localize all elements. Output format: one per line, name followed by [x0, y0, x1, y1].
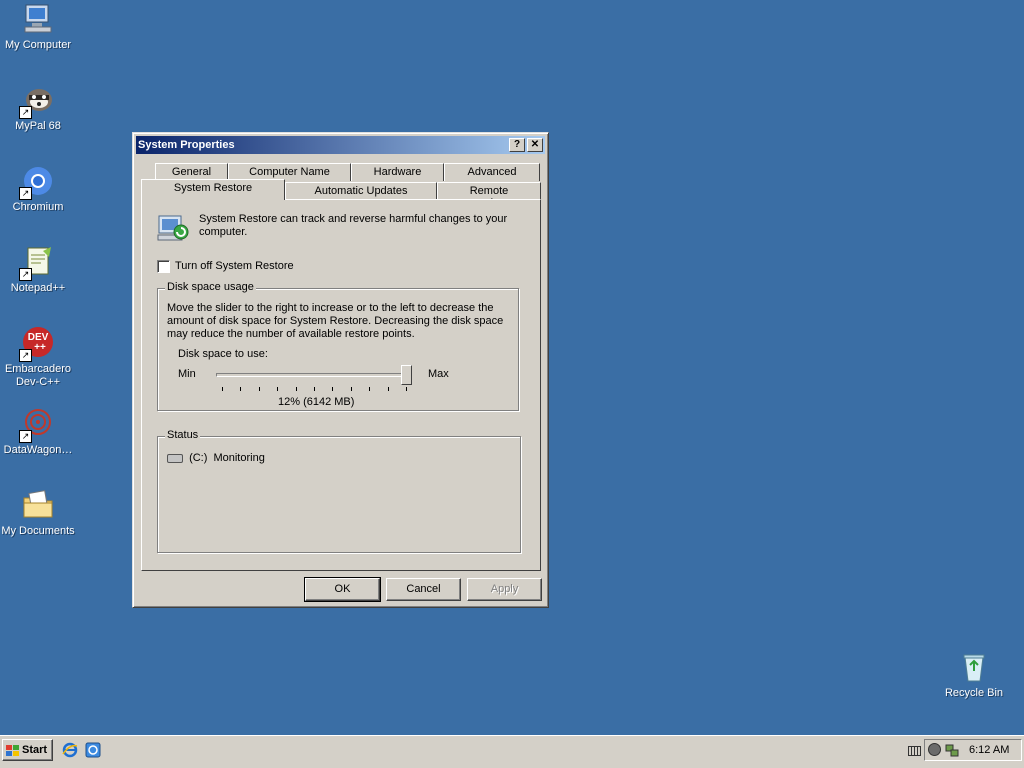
system-restore-panel: System Restore can track and reverse har… — [141, 199, 541, 571]
desktop-icon-my-documents[interactable]: My Documents — [0, 488, 76, 538]
desktop-icon-label: DataWagon… — [3, 444, 73, 456]
chromium-icon: ↗ — [19, 164, 55, 200]
slider-min-label: Min — [178, 368, 196, 380]
dialog-titlebar[interactable]: System Properties ? ✕ — [136, 136, 545, 154]
desktop-icon-recycle-bin[interactable]: Recycle Bin — [936, 650, 1012, 700]
tab-label: System Restore — [173, 182, 253, 194]
desktop-icon-label: Recycle Bin — [944, 687, 1004, 699]
internet-explorer-icon[interactable] — [62, 742, 78, 758]
desktop-icon-mypal[interactable]: ↗ MyPal 68 — [0, 83, 76, 133]
apply-button[interactable]: Apply — [467, 578, 542, 601]
my-documents-icon — [21, 488, 55, 522]
desktop-icon-datawagon[interactable]: ↗ DataWagon… — [0, 407, 76, 457]
windows-logo-icon — [6, 744, 20, 764]
drive-status: Monitoring — [213, 452, 265, 464]
slider-tick — [277, 387, 278, 391]
quick-launch-bar — [62, 742, 101, 761]
help-icon: ? — [513, 139, 521, 150]
keyboard-icon[interactable] — [908, 746, 921, 756]
tab-label: Computer Name — [249, 166, 330, 178]
tab-label: Automatic Updates — [314, 185, 408, 197]
show-desktop-icon[interactable] — [85, 742, 101, 758]
svg-text:++: ++ — [34, 342, 46, 353]
tab-advanced[interactable]: Advanced — [444, 163, 540, 181]
disk-space-to-use-label: Disk space to use: — [178, 348, 268, 360]
tab-label: Remote — [469, 185, 509, 197]
disk-space-slider[interactable] — [216, 361, 412, 391]
slider-tick — [332, 387, 333, 391]
slider-tick — [388, 387, 389, 391]
close-icon: ✕ — [530, 139, 540, 150]
disk-space-usage-title: Disk space usage — [165, 281, 256, 293]
close-button[interactable]: ✕ — [527, 138, 543, 152]
desktop-icon-label: Chromium — [12, 201, 64, 213]
slider-tick — [222, 387, 223, 391]
cancel-button[interactable]: Cancel — [386, 578, 461, 601]
desktop-icon-chromium[interactable]: ↗ Chromium — [0, 164, 76, 214]
tab-hardware[interactable]: Hardware — [351, 163, 444, 181]
slider-tick — [369, 387, 370, 391]
shortcut-arrow-icon: ↗ — [19, 268, 32, 281]
tab-system-restore[interactable]: System Restore — [141, 179, 285, 200]
tab-label: Hardware — [373, 166, 422, 178]
system-properties-dialog: System Properties ? ✕ General Computer N… — [132, 132, 549, 608]
devcpp-icon: DEV ++ ↗ — [19, 326, 55, 362]
status-group: Status (C:) Monitoring — [157, 429, 521, 553]
desktop-icon-label: MyPal 68 — [15, 120, 61, 132]
ok-button[interactable]: OK — [304, 577, 381, 602]
slider-tick — [296, 387, 297, 391]
help-button[interactable]: ? — [509, 138, 525, 152]
my-computer-icon — [21, 2, 55, 36]
tab-remote[interactable]: Remote — [437, 182, 541, 200]
drive-icon — [167, 453, 183, 463]
disk-space-usage-group: Disk space usage Move the slider to the … — [157, 281, 519, 411]
disk-space-description: Move the slider to the right to increase… — [167, 302, 504, 340]
slider-tick — [406, 387, 407, 391]
system-tray: 6:12 AM — [924, 739, 1022, 761]
mypal-icon: ↗ — [19, 83, 55, 119]
slider-tick — [259, 387, 260, 391]
taskbar: Start 6:12 AM — [0, 735, 1024, 768]
slider-max-label: Max — [428, 368, 449, 380]
shortcut-arrow-icon: ↗ — [19, 106, 32, 119]
status-title: Status — [165, 429, 201, 441]
desktop-icon-my-computer[interactable]: My Computer — [0, 2, 76, 52]
system-restore-icon — [156, 212, 190, 246]
notepadpp-icon: ↗ — [19, 245, 55, 281]
network-icon[interactable] — [945, 743, 959, 757]
dialog-title: System Properties — [138, 139, 235, 151]
intro-text: System Restore can track and reverse har… — [199, 213, 508, 238]
desktop-icon-label: Notepad++ — [10, 282, 66, 294]
volume-icon[interactable] — [928, 743, 941, 756]
desktop-icon-label: Embarcadero Dev-C++ — [4, 363, 72, 388]
turn-off-system-restore-label[interactable]: Turn off System Restore — [175, 260, 294, 272]
shortcut-arrow-icon: ↗ — [19, 430, 32, 443]
slider-thumb[interactable] — [401, 365, 412, 385]
desktop-icon-devcpp[interactable]: DEV ++ ↗ Embarcadero Dev-C++ — [0, 326, 76, 389]
shortcut-arrow-icon: ↗ — [19, 349, 32, 362]
datawagon-icon: ↗ — [19, 407, 55, 443]
desktop-icon-label: My Computer — [4, 39, 72, 51]
tab-label: Advanced — [467, 166, 517, 178]
slider-tick — [351, 387, 352, 391]
status-row: (C:) Monitoring — [167, 452, 265, 466]
recycle-bin-icon — [957, 650, 991, 684]
start-label: Start — [22, 744, 48, 756]
slider-tick — [314, 387, 315, 391]
slider-tick — [240, 387, 241, 391]
slider-track — [216, 373, 412, 377]
tab-automatic-updates[interactable]: Automatic Updates — [285, 182, 437, 200]
start-button[interactable]: Start — [2, 739, 53, 761]
turn-off-system-restore-checkbox[interactable] — [157, 260, 170, 273]
desktop-icon-label: My Documents — [1, 525, 75, 537]
desktop-icon-notepadpp[interactable]: ↗ Notepad++ — [0, 245, 76, 295]
shortcut-arrow-icon: ↗ — [19, 187, 32, 200]
drive-letter: (C:) — [189, 452, 208, 464]
tab-label: General — [171, 166, 212, 178]
clock[interactable]: 6:12 AM — [969, 744, 1009, 756]
disk-space-value: 12% (6142 MB) — [278, 396, 355, 408]
